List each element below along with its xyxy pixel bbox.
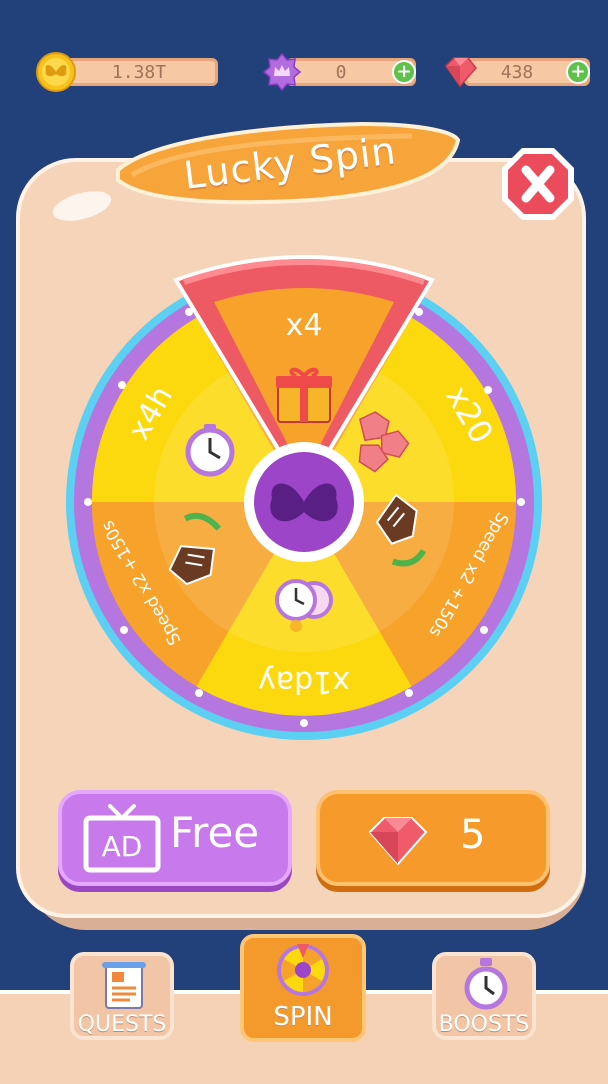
gem-cost: 5 bbox=[460, 812, 486, 858]
gem-value: 438 bbox=[500, 61, 534, 83]
tab-spin[interactable]: SPIN bbox=[240, 934, 366, 1042]
ruby-gem-icon bbox=[368, 817, 428, 866]
tab-quests[interactable]: QUESTS bbox=[70, 952, 174, 1040]
gift-box-icon bbox=[276, 367, 332, 423]
spin-wheel: x4 x20 Speed x2 +150s x1day Speed x2 +15… bbox=[66, 255, 542, 740]
purple-crown-badge-icon bbox=[262, 52, 302, 92]
quest-scroll-icon bbox=[102, 962, 146, 1009]
watch-ad-free-spin-button[interactable]: AD Free bbox=[58, 790, 292, 886]
tab-boosts-label: BOOSTS bbox=[438, 1012, 530, 1037]
free-label: Free bbox=[170, 808, 260, 857]
stopwatch-icon bbox=[464, 958, 508, 1010]
gem-counter: 438 + bbox=[440, 52, 594, 92]
close-x-icon[interactable] bbox=[498, 144, 578, 224]
spin-wheel-icon bbox=[277, 944, 329, 996]
crown-counter: 0 + bbox=[262, 52, 420, 92]
crown-value: 0 bbox=[335, 61, 347, 83]
tab-spin-label: SPIN bbox=[273, 1002, 333, 1032]
gem-spin-button[interactable]: 5 bbox=[316, 790, 550, 886]
add-crowns-button[interactable]: + bbox=[392, 60, 416, 84]
ruby-gem-icon bbox=[445, 57, 477, 88]
tab-quests-label: QUESTS bbox=[77, 1012, 167, 1037]
coin-value: 1.38T bbox=[111, 61, 167, 83]
segment-label-x1day: x1day bbox=[258, 664, 350, 699]
add-gems-button[interactable]: + bbox=[566, 60, 590, 84]
tv-ad-icon: AD bbox=[83, 804, 161, 873]
segment-label-x4: x4 bbox=[286, 308, 323, 343]
ad-badge: AD bbox=[102, 830, 143, 863]
tab-boosts[interactable]: BOOSTS bbox=[432, 952, 536, 1040]
butterfly-coin-icon bbox=[36, 52, 76, 92]
coin-counter: 1.38T bbox=[36, 52, 218, 92]
coin-pill: 1.38T bbox=[60, 58, 218, 86]
